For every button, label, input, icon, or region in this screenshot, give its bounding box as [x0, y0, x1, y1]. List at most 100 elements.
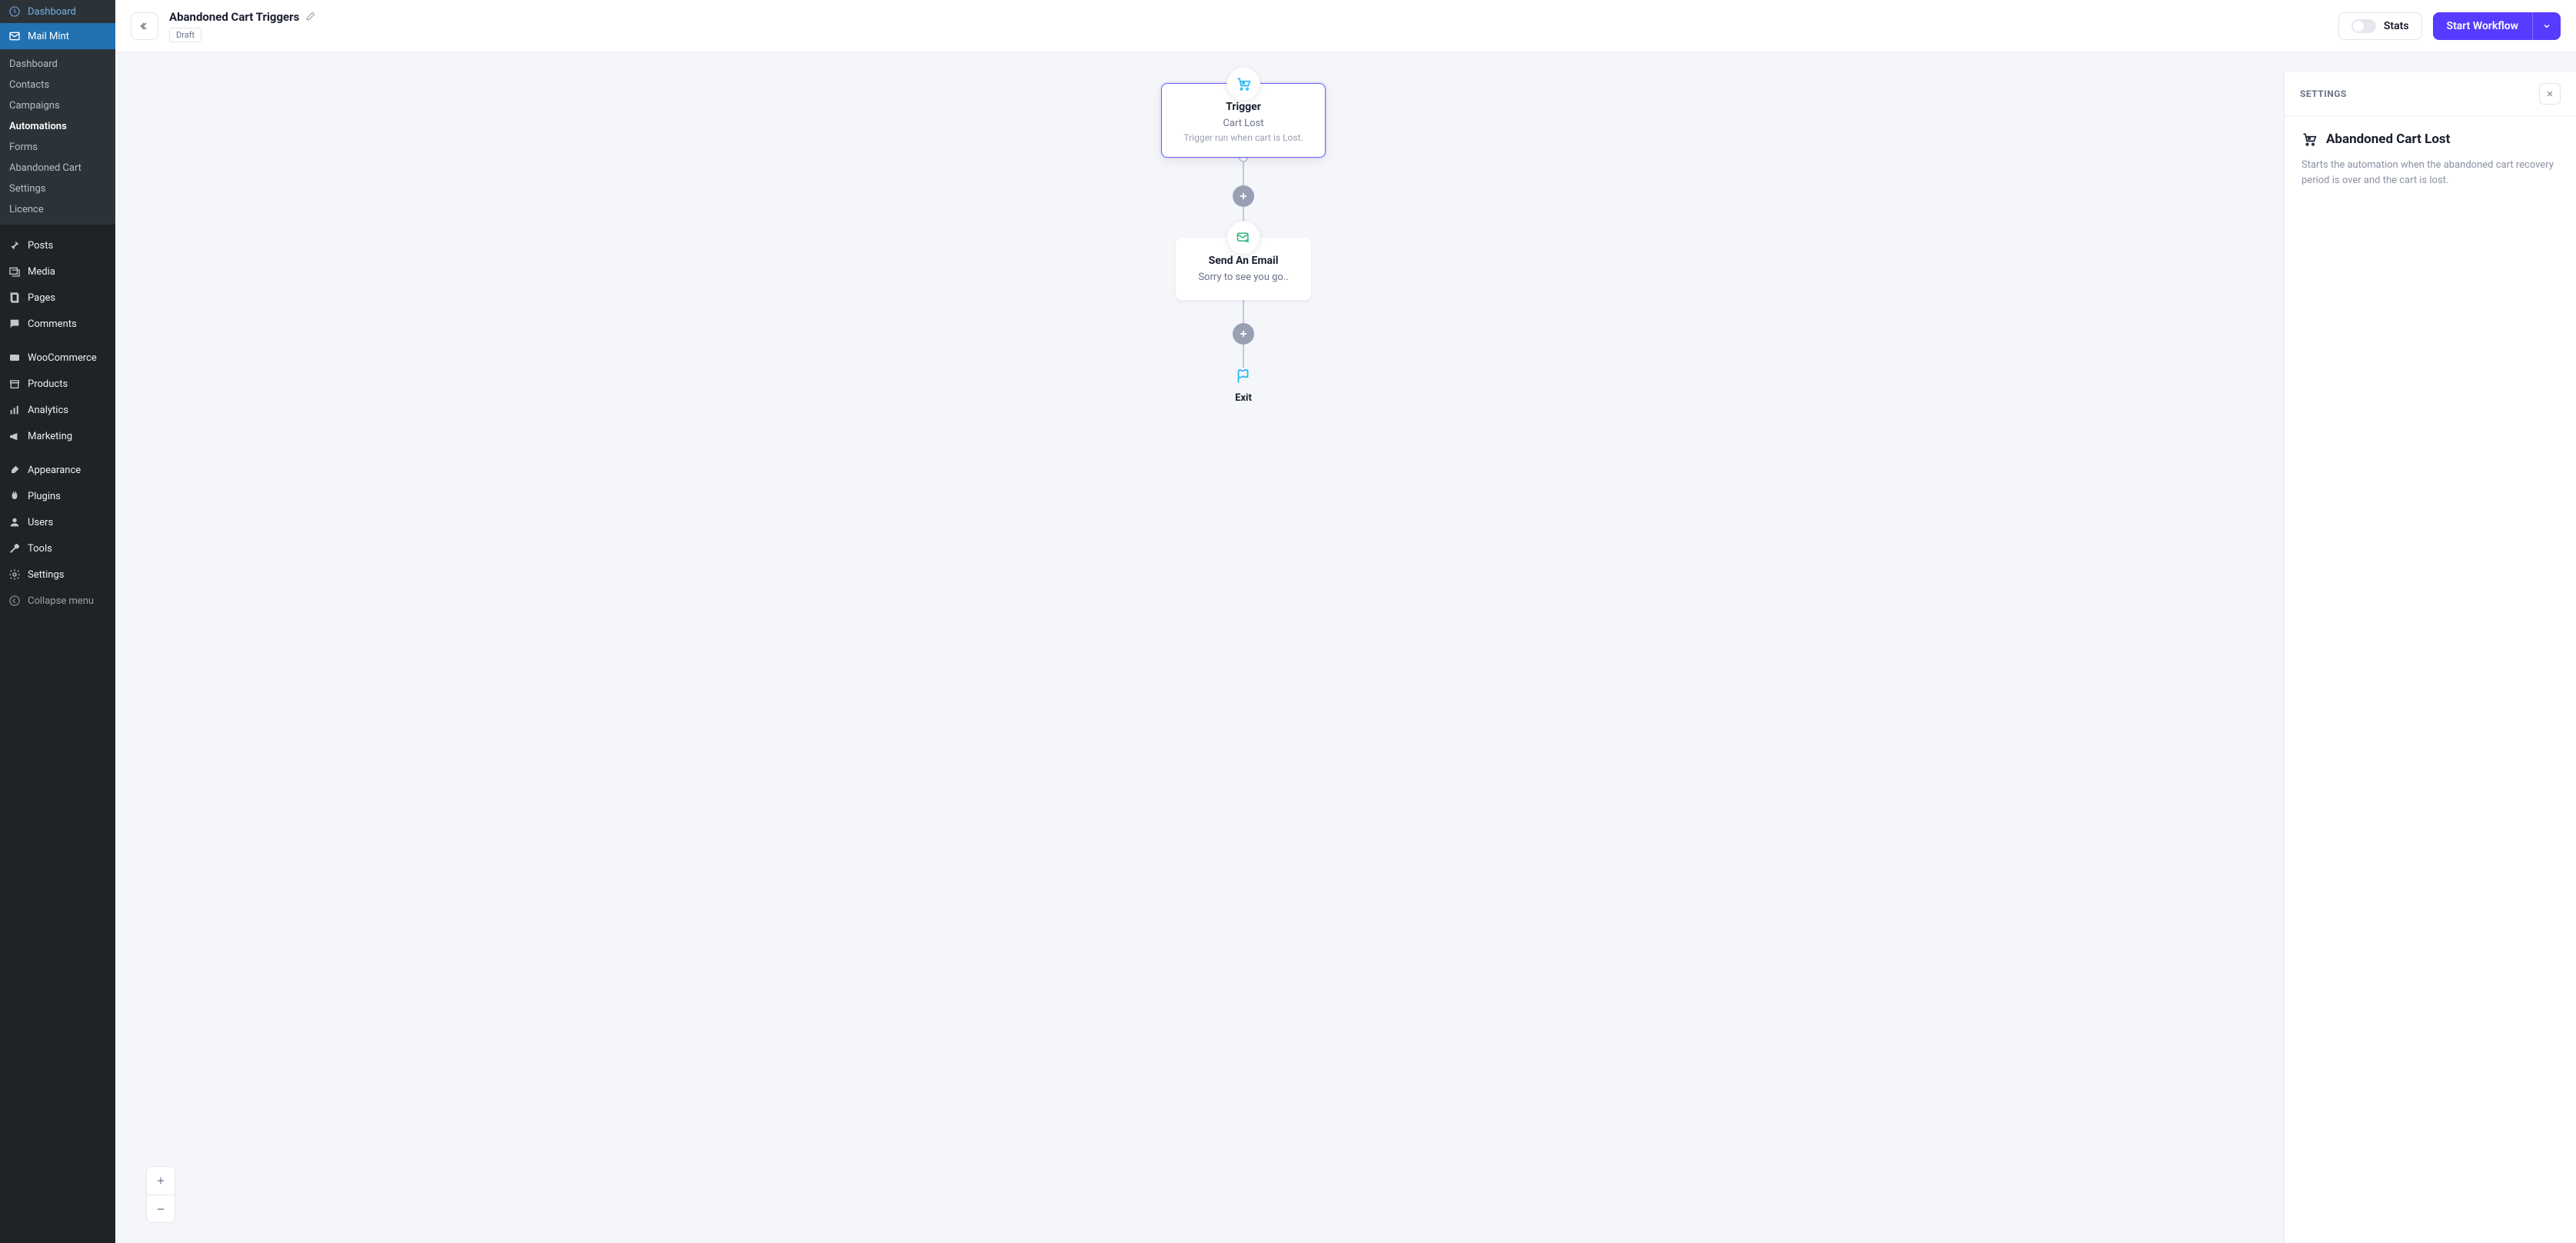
sidebar-item-comments[interactable]: Comments — [0, 311, 115, 337]
exit-label: Exit — [1235, 392, 1252, 404]
trigger-node[interactable]: Trigger Cart Lost Trigger run when cart … — [1161, 83, 1326, 158]
stats-toggle[interactable]: Stats — [2338, 12, 2422, 40]
pin-icon — [8, 238, 22, 252]
wp-admin-sidebar: Dashboard Mail Mint Dashboard Contacts C… — [0, 0, 115, 1243]
collapse-icon — [8, 594, 22, 608]
sub-licence[interactable]: Licence — [0, 199, 115, 220]
label: Dashboard — [28, 6, 76, 18]
node-desc: Trigger run when cart is Lost. — [1173, 132, 1314, 143]
sidebar-item-products[interactable]: Products — [0, 371, 115, 397]
connector-line — [1243, 345, 1244, 368]
zoom-out-button[interactable] — [147, 1195, 175, 1222]
connector-line — [1243, 162, 1244, 185]
page-title: Abandoned Cart Triggers — [169, 10, 299, 24]
pencil-icon — [305, 11, 316, 22]
back-button[interactable] — [131, 12, 158, 40]
plus-icon — [1238, 191, 1249, 202]
sidebar-item-mailmint[interactable]: Mail Mint — [0, 23, 115, 49]
label: Marketing — [28, 431, 72, 442]
sub-contacts[interactable]: Contacts — [0, 75, 115, 95]
status-badge: Draft — [169, 28, 201, 42]
topbar: Abandoned Cart Triggers Draft Stats Star… — [115, 0, 2576, 52]
sidebar-item-dashboard[interactable]: Dashboard — [0, 0, 115, 23]
main-area: Abandoned Cart Triggers Draft Stats Star… — [115, 0, 2576, 1243]
settings-title: Abandoned Cart Lost — [2326, 132, 2450, 147]
sidebar-item-plugins[interactable]: Plugins — [0, 483, 115, 509]
page-icon — [8, 291, 22, 305]
plus-icon — [155, 1175, 166, 1186]
brush-icon — [8, 463, 22, 477]
dashboard-icon — [8, 5, 22, 18]
close-settings-button[interactable] — [2539, 83, 2561, 105]
sidebar-item-tools[interactable]: Tools — [0, 535, 115, 562]
settings-panel: SETTINGS Abandoned Cart Lost Starts the … — [2284, 72, 2576, 1243]
title-wrap: Abandoned Cart Triggers Draft — [169, 10, 316, 42]
edit-title-button[interactable] — [305, 10, 316, 25]
sidebar-item-marketing[interactable]: Marketing — [0, 423, 115, 449]
mail-icon — [8, 29, 22, 43]
label: Mail Mint — [28, 31, 69, 42]
label: Collapse menu — [28, 595, 94, 607]
label: Products — [28, 378, 68, 390]
sidebar-item-posts[interactable]: Posts — [0, 232, 115, 258]
megaphone-icon — [8, 429, 22, 443]
label: WooCommerce — [28, 352, 97, 364]
sub-dashboard[interactable]: Dashboard — [0, 54, 115, 75]
toggle-switch[interactable] — [2351, 19, 2376, 33]
label: Comments — [28, 318, 77, 330]
node-subtitle: Sorry to see you go.. — [1186, 272, 1300, 283]
label: Settings — [28, 569, 64, 581]
workflow-canvas[interactable]: Trigger Cart Lost Trigger run when cart … — [115, 52, 2576, 1243]
label: Users — [28, 517, 53, 528]
label: Pages — [28, 292, 55, 304]
settings-body: Abandoned Cart Lost Starts the automatio… — [2285, 116, 2576, 203]
settings-description: Starts the automation when the abandoned… — [2301, 158, 2559, 188]
sidebar-item-collapse[interactable]: Collapse menu — [0, 588, 115, 614]
cart-icon — [1226, 67, 1260, 101]
label: Media — [28, 266, 55, 278]
sub-abandoned-cart[interactable]: Abandoned Cart — [0, 158, 115, 178]
zoom-controls — [146, 1166, 175, 1223]
add-step-button[interactable] — [1233, 323, 1254, 345]
sub-campaigns[interactable]: Campaigns — [0, 95, 115, 116]
chart-icon — [8, 403, 22, 417]
label: Plugins — [28, 491, 61, 502]
sidebar-item-woocommerce[interactable]: WooCommerce — [0, 345, 115, 371]
flag-icon — [1235, 368, 1252, 388]
cart-lost-icon — [2301, 132, 2317, 150]
wrench-icon — [8, 542, 22, 555]
email-edit-icon — [1226, 221, 1260, 255]
user-icon — [8, 515, 22, 529]
add-step-button[interactable] — [1233, 185, 1254, 207]
gear-icon — [8, 568, 22, 582]
plug-icon — [8, 489, 22, 503]
label: Analytics — [28, 405, 68, 416]
sidebar-item-pages[interactable]: Pages — [0, 285, 115, 311]
sidebar-item-settings[interactable]: Settings — [0, 562, 115, 588]
node-subtitle: Cart Lost — [1173, 118, 1314, 129]
start-label: Start Workflow — [2433, 12, 2532, 40]
close-icon — [2545, 89, 2554, 98]
settings-header: SETTINGS — [2285, 72, 2576, 116]
sidebar-item-users[interactable]: Users — [0, 509, 115, 535]
node-title: Send An Email — [1186, 255, 1300, 267]
sidebar-item-appearance[interactable]: Appearance — [0, 457, 115, 483]
comment-icon — [8, 317, 22, 331]
sub-automations[interactable]: Automations — [0, 116, 115, 137]
label: Posts — [28, 240, 53, 252]
archive-icon — [8, 377, 22, 391]
sidebar-item-analytics[interactable]: Analytics — [0, 397, 115, 423]
sub-forms[interactable]: Forms — [0, 137, 115, 158]
email-node[interactable]: Send An Email Sorry to see you go.. — [1176, 238, 1311, 300]
start-workflow-button[interactable]: Start Workflow — [2433, 12, 2561, 40]
woo-icon — [8, 351, 22, 365]
flow: Trigger Cart Lost Trigger run when cart … — [1161, 83, 1326, 404]
chevron-left-icon — [138, 20, 151, 32]
sub-settings[interactable]: Settings — [0, 178, 115, 199]
chevron-down-icon — [2542, 22, 2551, 31]
start-dropdown[interactable] — [2532, 12, 2561, 40]
settings-heading: SETTINGS — [2300, 88, 2347, 99]
plus-icon — [1238, 328, 1249, 339]
zoom-in-button[interactable] — [147, 1167, 175, 1195]
sidebar-item-media[interactable]: Media — [0, 258, 115, 285]
